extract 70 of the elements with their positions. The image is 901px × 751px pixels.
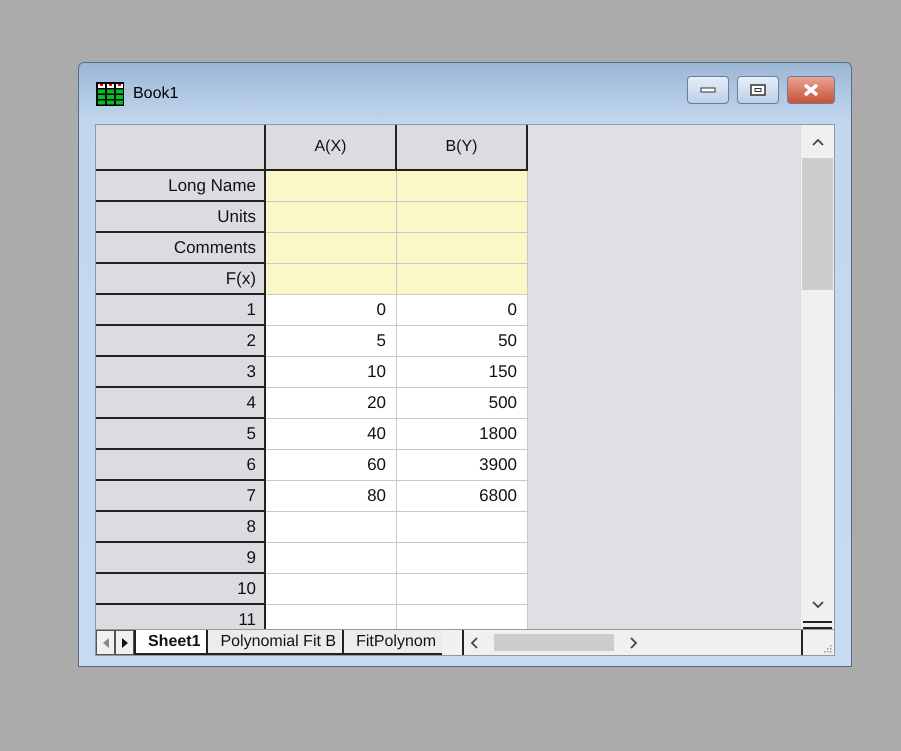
table-cell[interactable]: 0 [397, 295, 528, 326]
resize-grip-icon[interactable] [822, 643, 832, 653]
previous-sheet-button[interactable] [96, 630, 115, 655]
table-cell[interactable]: 0 [266, 295, 397, 326]
table-cell[interactable]: 500 [397, 388, 528, 419]
row-header[interactable]: Long Name [96, 171, 266, 202]
table-cell[interactable]: 80 [266, 481, 397, 512]
scroll-thumb[interactable] [494, 634, 614, 651]
row-header[interactable]: 6 [96, 450, 266, 481]
close-button[interactable] [787, 76, 835, 104]
row-header[interactable]: 7 [96, 481, 266, 512]
triangle-right-icon [122, 638, 128, 648]
chevron-left-icon [470, 636, 478, 648]
label-cell[interactable] [397, 202, 528, 233]
label-cell[interactable] [397, 264, 528, 295]
row-header[interactable]: 8 [96, 512, 266, 543]
label-cell[interactable] [266, 202, 397, 233]
table-cell[interactable]: 1800 [397, 419, 528, 450]
chevron-right-icon [630, 636, 638, 648]
table-cell[interactable] [266, 512, 397, 543]
table-cell[interactable]: 20 [266, 388, 397, 419]
label-cell[interactable] [266, 264, 397, 295]
table-cell[interactable]: 10 [266, 357, 397, 388]
table-cell[interactable] [397, 574, 528, 605]
vertical-scrollbar[interactable] [800, 125, 834, 629]
table-cell[interactable] [266, 543, 397, 574]
column-header[interactable]: B(Y) [397, 125, 528, 171]
table-cell[interactable]: 6800 [397, 481, 528, 512]
table-cell[interactable]: 3900 [397, 450, 528, 481]
row-header[interactable]: 2 [96, 326, 266, 357]
table-cell[interactable]: 5 [266, 326, 397, 357]
row-header[interactable]: 4 [96, 388, 266, 419]
row-header[interactable]: F(x) [96, 264, 266, 295]
table-cell[interactable]: 50 [397, 326, 528, 357]
minimize-icon [700, 86, 716, 92]
chevron-up-icon [812, 138, 824, 146]
row-header[interactable]: 11 [96, 605, 266, 629]
label-cell[interactable] [397, 233, 528, 264]
window-title: Book1 [133, 84, 180, 102]
row-header[interactable]: 9 [96, 543, 266, 574]
triangle-left-icon [102, 638, 108, 648]
minimize-button[interactable] [687, 76, 729, 104]
row-header[interactable]: 1 [96, 295, 266, 326]
sheet-tab[interactable]: FitPolynom [342, 630, 442, 655]
scroll-thumb[interactable] [802, 158, 833, 290]
close-icon [803, 82, 819, 96]
label-cell[interactable] [266, 171, 397, 202]
table-cell[interactable] [397, 543, 528, 574]
table-cell[interactable] [266, 574, 397, 605]
sheet-tab[interactable]: Polynomial Fit B [206, 630, 342, 655]
table-cell[interactable] [266, 605, 397, 629]
next-sheet-button[interactable] [115, 630, 134, 655]
sheet-tab[interactable]: Sheet1 [134, 630, 206, 655]
row-header[interactable]: Comments [96, 233, 266, 264]
label-cell[interactable] [266, 233, 397, 264]
table-cell[interactable]: 60 [266, 450, 397, 481]
maximize-icon [750, 84, 766, 96]
row-header[interactable]: 5 [96, 419, 266, 450]
table-cell[interactable]: 40 [266, 419, 397, 450]
table-cell[interactable]: 150 [397, 357, 528, 388]
chevron-down-icon [812, 600, 824, 608]
label-cell[interactable] [397, 171, 528, 202]
spreadsheet-icon [95, 80, 125, 106]
column-header[interactable]: A(X) [266, 125, 397, 171]
table-cell[interactable] [397, 512, 528, 543]
table-cell[interactable] [397, 605, 528, 629]
row-header[interactable]: 10 [96, 574, 266, 605]
row-header[interactable]: 3 [96, 357, 266, 388]
row-header[interactable]: Units [96, 202, 266, 233]
maximize-button[interactable] [737, 76, 779, 104]
